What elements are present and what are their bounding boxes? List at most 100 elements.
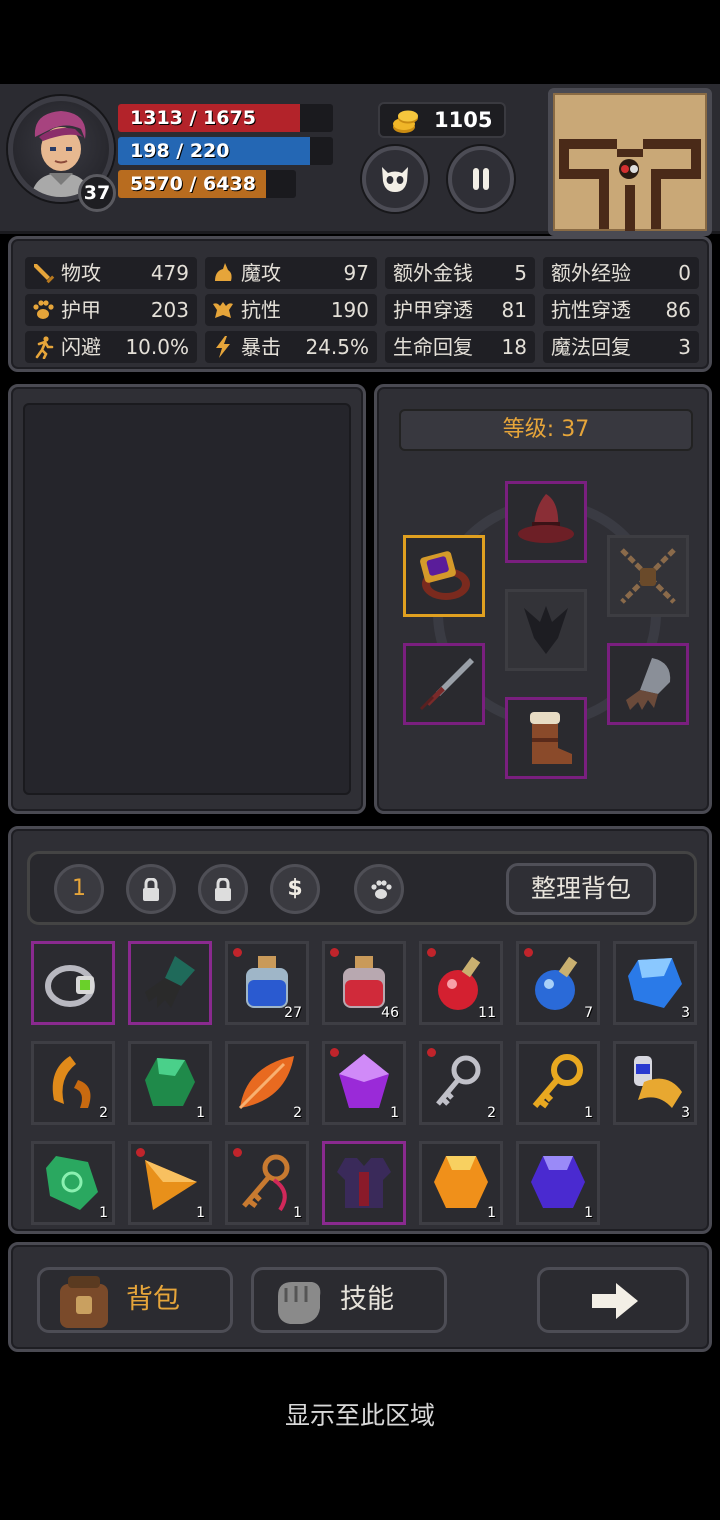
mana-bar: 198 / 220 bbox=[118, 137, 333, 165]
inventory-slot[interactable]: 1 bbox=[516, 1141, 600, 1225]
hud-bar: 37 1313 / 1675 198 / 220 5570 / 6438 110… bbox=[0, 84, 720, 236]
inventory-slot[interactable]: 27 bbox=[225, 941, 309, 1025]
inventory-slot[interactable]: 2 bbox=[419, 1041, 503, 1125]
footer-hint: 显示至此区域 bbox=[284, 1401, 435, 1430]
stat-label: 生命回复 bbox=[393, 335, 473, 359]
ring-icon bbox=[420, 551, 470, 600]
experience-value: 5570 / 6438 bbox=[130, 173, 256, 195]
inventory-slot[interactable]: 1 bbox=[31, 1141, 115, 1225]
inventory-slot[interactable]: 11 bbox=[419, 941, 503, 1025]
orange-shard-icon bbox=[145, 1160, 197, 1210]
stat-value: 97 bbox=[343, 261, 369, 285]
item-count: 7 bbox=[584, 1005, 593, 1021]
chain-icon bbox=[620, 548, 676, 604]
mask-icon bbox=[382, 167, 408, 192]
item-count: 1 bbox=[390, 1105, 399, 1121]
boots-icon bbox=[530, 712, 572, 764]
gauntlet-icon bbox=[626, 658, 671, 710]
health-bar: 1313 / 1675 bbox=[118, 104, 333, 132]
stat-dodge: 闪避 10.0% bbox=[25, 331, 197, 363]
equip-slot-weapon[interactable] bbox=[403, 643, 485, 725]
blue-gem-icon bbox=[628, 958, 682, 1008]
gold-key-icon bbox=[532, 1054, 583, 1109]
amber-claw-icon bbox=[52, 1056, 91, 1108]
item-count: 2 bbox=[99, 1105, 108, 1121]
item-count: 27 bbox=[284, 1005, 302, 1021]
stat-value: 10.0% bbox=[125, 335, 189, 359]
tab-pet[interactable] bbox=[354, 864, 404, 914]
stat-label: 物攻 bbox=[61, 261, 101, 285]
glove-icon bbox=[145, 956, 195, 1008]
mana-value: 198 / 220 bbox=[130, 140, 230, 162]
item-count: 46 bbox=[381, 1005, 399, 1021]
bag-button[interactable]: 背包 bbox=[37, 1267, 233, 1333]
inventory-slot[interactable]: 3 bbox=[613, 941, 697, 1025]
tab-page-1[interactable]: 1 bbox=[54, 864, 104, 914]
stat-label: 护甲 bbox=[61, 298, 101, 322]
gold-coins-icon bbox=[393, 110, 418, 133]
inventory-slot[interactable]: 2 bbox=[225, 1041, 309, 1125]
stat-value: 5 bbox=[514, 261, 527, 285]
inventory-slot[interactable] bbox=[128, 941, 212, 1025]
tab-locked-1[interactable] bbox=[126, 864, 176, 914]
lock-icon bbox=[143, 878, 159, 901]
armor-icon bbox=[337, 1158, 391, 1208]
inventory-slot[interactable]: 1 bbox=[225, 1141, 309, 1225]
equip-slot-gloves[interactable] bbox=[607, 643, 689, 725]
item-count: 1 bbox=[584, 1105, 593, 1121]
inventory-slot[interactable]: 1 bbox=[419, 1141, 503, 1225]
inventory-slot[interactable]: 2 bbox=[31, 1041, 115, 1125]
sword-icon bbox=[34, 264, 55, 284]
stat-extra-exp: 额外经验 0 bbox=[543, 257, 699, 289]
stat-armor-penetration: 护甲穿透 81 bbox=[385, 294, 535, 326]
inventory-slot[interactable]: 1 bbox=[322, 1041, 406, 1125]
stat-label: 闪避 bbox=[61, 335, 101, 359]
lock-icon bbox=[215, 878, 231, 901]
character-menu-button[interactable] bbox=[362, 146, 428, 212]
stat-label: 额外经验 bbox=[551, 261, 631, 285]
inventory-slot[interactable] bbox=[322, 1141, 406, 1225]
item-detail-panel bbox=[8, 384, 366, 814]
equip-slot-ring[interactable] bbox=[403, 535, 485, 617]
stat-resistance: 抗性 190 bbox=[205, 294, 377, 326]
copper-key-icon bbox=[242, 1154, 290, 1212]
equip-slot-locked[interactable] bbox=[607, 535, 689, 617]
stat-value: 3 bbox=[678, 335, 691, 359]
stat-value: 81 bbox=[501, 298, 527, 322]
item-count: 1 bbox=[487, 1205, 496, 1221]
inventory-slot[interactable] bbox=[31, 941, 115, 1025]
item-count: 1 bbox=[584, 1205, 593, 1221]
stat-label: 魔攻 bbox=[241, 261, 281, 285]
backpack-icon bbox=[60, 1276, 108, 1328]
item-count: 3 bbox=[681, 1005, 690, 1021]
stat-value: 203 bbox=[150, 298, 189, 322]
tab-sell[interactable]: $ bbox=[270, 864, 320, 914]
stat-critical: 暴击 24.5% bbox=[205, 331, 377, 363]
player-level-badge: 37 bbox=[78, 174, 116, 212]
hat-icon bbox=[518, 494, 574, 543]
dungeon-map-icon bbox=[559, 139, 701, 231]
blue-potion-icon bbox=[535, 956, 578, 1010]
inventory-slot[interactable]: 3 bbox=[613, 1041, 697, 1125]
stat-physical-attack: 物攻 479 bbox=[25, 257, 197, 289]
experience-bar: 5570 / 6438 bbox=[118, 170, 296, 198]
inventory-slot[interactable]: 46 bbox=[322, 941, 406, 1025]
item-count: 3 bbox=[681, 1105, 690, 1121]
equip-slot-head[interactable] bbox=[505, 481, 587, 563]
equip-slot-boots[interactable] bbox=[505, 697, 587, 779]
minimap[interactable] bbox=[548, 88, 712, 236]
inventory-slot[interactable]: 1 bbox=[128, 1041, 212, 1125]
inventory-slot[interactable]: 1 bbox=[516, 1041, 600, 1125]
equip-slot-chest[interactable] bbox=[505, 589, 587, 671]
skill-label: 技能 bbox=[340, 1284, 394, 1315]
scroll-icon bbox=[634, 1056, 682, 1108]
inventory-slot[interactable]: 1 bbox=[128, 1141, 212, 1225]
pause-button[interactable] bbox=[448, 146, 514, 212]
skill-button[interactable]: 技能 bbox=[251, 1267, 447, 1333]
next-page-button[interactable] bbox=[537, 1267, 689, 1333]
stat-label: 抗性穿透 bbox=[551, 298, 631, 322]
inventory-slot[interactable]: 7 bbox=[516, 941, 600, 1025]
bracelet-icon bbox=[45, 965, 95, 1007]
sort-inventory-button[interactable]: 整理背包 bbox=[506, 863, 656, 915]
tab-locked-2[interactable] bbox=[198, 864, 248, 914]
